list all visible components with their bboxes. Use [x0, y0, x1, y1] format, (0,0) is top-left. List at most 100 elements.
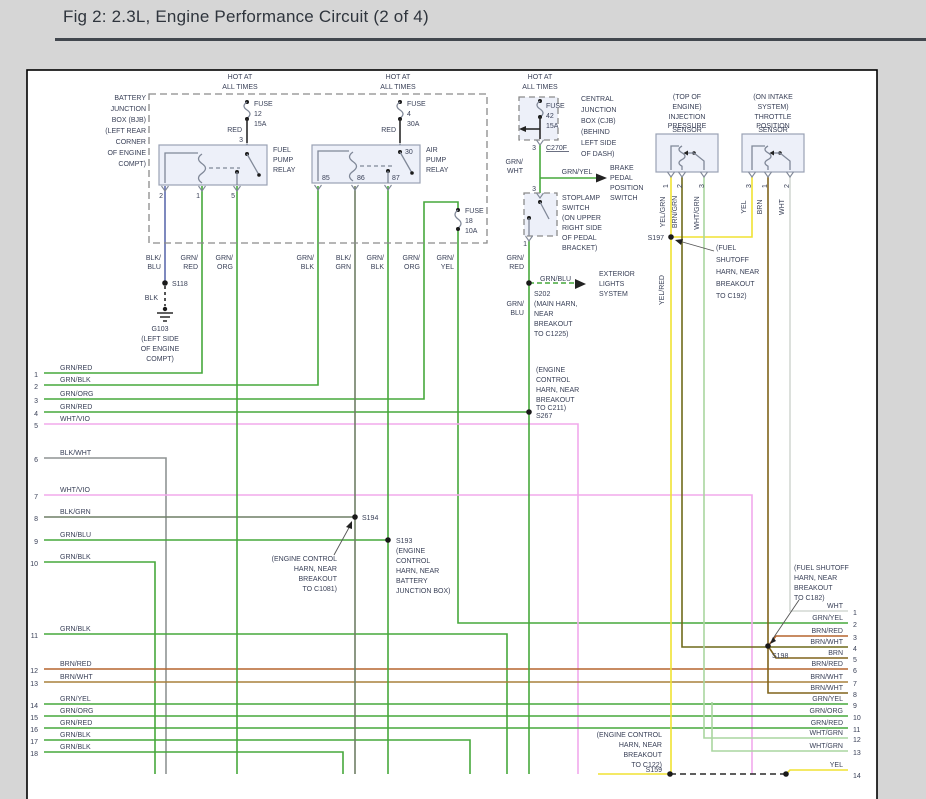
svg-text:13: 13	[853, 750, 861, 757]
svg-text:BRN: BRN	[757, 200, 764, 215]
svg-text:CORNER: CORNER	[116, 139, 146, 146]
svg-text:(BEHIND: (BEHIND	[581, 129, 610, 136]
svg-text:GRN/YEL: GRN/YEL	[812, 615, 843, 622]
svg-text:FUSE: FUSE	[407, 101, 426, 108]
svg-text:PUMP: PUMP	[273, 157, 294, 164]
svg-text:S159: S159	[646, 767, 662, 774]
svg-text:11: 11	[853, 727, 860, 734]
svg-text:YEL/RED: YEL/RED	[659, 275, 666, 305]
svg-text:85: 85	[322, 175, 330, 182]
svg-text:YEL/GRN: YEL/GRN	[660, 197, 667, 228]
svg-text:ORG: ORG	[404, 264, 420, 271]
svg-text:GRN/: GRN/	[181, 255, 199, 262]
svg-text:GRN/BLU: GRN/BLU	[540, 276, 571, 283]
svg-text:GRN/: GRN/	[216, 255, 234, 262]
svg-text:14: 14	[30, 703, 38, 710]
svg-text:GRN/RED: GRN/RED	[811, 720, 843, 727]
svg-text:YEL: YEL	[441, 264, 454, 271]
splice-dot	[352, 514, 358, 520]
svg-text:8: 8	[853, 692, 857, 699]
svg-text:NEAR: NEAR	[534, 311, 553, 318]
svg-text:OF DASH): OF DASH)	[581, 151, 614, 158]
svg-text:BREAKOUT: BREAKOUT	[794, 585, 833, 592]
svg-text:S202: S202	[534, 291, 550, 298]
hot-at-label-2: HOT AT	[386, 74, 411, 81]
svg-text:30A: 30A	[407, 121, 420, 128]
svg-text:(ENGINE CONTROL: (ENGINE CONTROL	[597, 732, 662, 739]
svg-text:SHUTOFF: SHUTOFF	[716, 257, 749, 264]
svg-text:5: 5	[853, 657, 857, 664]
svg-text:S267: S267	[536, 413, 552, 420]
splice-dot	[765, 643, 771, 649]
svg-text:(LEFT REAR: (LEFT REAR	[105, 128, 146, 135]
svg-text:GRN/RED: GRN/RED	[60, 404, 92, 411]
svg-text:CONTROL: CONTROL	[396, 558, 430, 565]
svg-text:9: 9	[34, 539, 38, 546]
svg-text:SWITCH: SWITCH	[610, 195, 638, 202]
wiring-diagram-svg: BATTERY JUNCTION BOX (BJB) (LEFT REAR CO…	[0, 0, 926, 799]
svg-text:HARN, NEAR: HARN, NEAR	[294, 566, 337, 573]
splice-dot	[385, 537, 391, 543]
relay-box	[159, 145, 267, 185]
svg-text:GRN/ORG: GRN/ORG	[60, 391, 93, 398]
svg-text:PEDAL: PEDAL	[610, 175, 633, 182]
svg-text:TO C211): TO C211)	[536, 405, 566, 412]
svg-text:12: 12	[254, 111, 262, 118]
svg-text:EXTERIOR: EXTERIOR	[599, 271, 635, 278]
red-label-2: RED	[381, 127, 396, 134]
svg-text:BRN: BRN	[828, 650, 843, 657]
svg-text:(MAIN HARN,: (MAIN HARN,	[534, 301, 578, 308]
svg-text:(FUEL SHUTOFF: (FUEL SHUTOFF	[794, 565, 849, 572]
svg-text:7: 7	[853, 681, 857, 688]
svg-text:GRN/RED: GRN/RED	[60, 365, 92, 372]
svg-text:FUSE: FUSE	[254, 101, 273, 108]
bjb-label: BATTERY	[114, 95, 146, 102]
red-label-1: RED	[227, 127, 242, 134]
svg-text:BREAKOUT: BREAKOUT	[534, 321, 573, 328]
fuel-relay-label: FUEL	[273, 147, 291, 154]
svg-text:GRN/: GRN/	[437, 255, 455, 262]
svg-text:COMPT): COMPT)	[146, 356, 174, 363]
cjb-label: CENTRAL	[581, 96, 614, 103]
svg-text:GRN/YEL: GRN/YEL	[60, 696, 91, 703]
svg-text:BOX (BJB): BOX (BJB)	[112, 117, 146, 124]
svg-text:BLK/GRN: BLK/GRN	[60, 509, 91, 516]
svg-text:GRN/YEL: GRN/YEL	[562, 169, 593, 176]
svg-text:18: 18	[465, 218, 473, 225]
svg-text:(TOP OF: (TOP OF	[673, 94, 701, 101]
svg-text:12: 12	[853, 737, 861, 744]
svg-text:SENSOR: SENSOR	[672, 127, 702, 134]
air-relay-pin30: 30	[405, 149, 413, 156]
svg-text:12: 12	[30, 668, 38, 675]
svg-text:BRN/WHT: BRN/WHT	[810, 674, 843, 681]
svg-text:GRN/RED: GRN/RED	[60, 720, 92, 727]
svg-text:GRN/: GRN/	[506, 159, 524, 166]
svg-text:13: 13	[30, 681, 38, 688]
svg-text:8: 8	[34, 516, 38, 523]
svg-text:BLK: BLK	[301, 264, 315, 271]
svg-text:BOX (CJB): BOX (CJB)	[581, 118, 616, 125]
svg-text:42: 42	[546, 113, 554, 120]
svg-text:BREAKOUT: BREAKOUT	[623, 752, 662, 759]
svg-text:1: 1	[762, 184, 769, 188]
svg-text:BRN/RED: BRN/RED	[60, 661, 92, 668]
svg-text:17: 17	[30, 739, 38, 746]
svg-text:GRN/BLK: GRN/BLK	[60, 732, 91, 739]
svg-text:COMPT): COMPT)	[118, 161, 146, 168]
svg-text:HARN, NEAR: HARN, NEAR	[794, 575, 837, 582]
page: Fig 2: 2.3L, Engine Performance Circuit …	[0, 0, 926, 799]
svg-text:2: 2	[34, 384, 38, 391]
hot-at-label-3: HOT AT	[528, 74, 553, 81]
svg-text:BREAKOUT: BREAKOUT	[716, 281, 755, 288]
splice-dot	[526, 280, 532, 286]
svg-text:15A: 15A	[546, 123, 559, 130]
svg-text:HARN, NEAR: HARN, NEAR	[619, 742, 662, 749]
svg-text:RED: RED	[183, 264, 198, 271]
svg-text:SENSOR: SENSOR	[758, 127, 788, 134]
svg-text:18: 18	[30, 751, 38, 758]
svg-text:2: 2	[853, 622, 857, 629]
svg-text:BLK: BLK	[145, 295, 159, 302]
svg-text:G103: G103	[151, 326, 168, 333]
svg-text:BRN/WHT: BRN/WHT	[60, 674, 93, 681]
svg-text:WHT/VIO: WHT/VIO	[60, 416, 90, 423]
